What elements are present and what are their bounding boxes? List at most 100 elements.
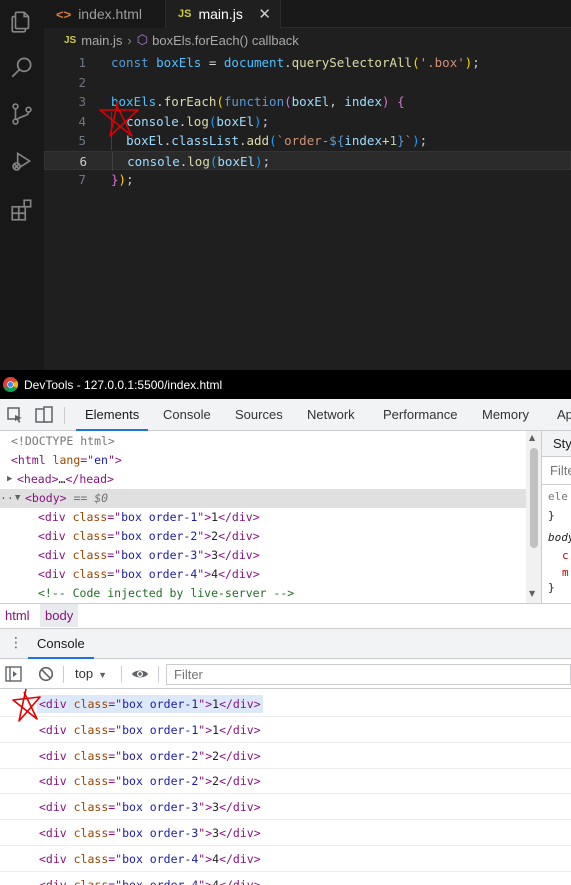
console-filter-input[interactable]: Filter (166, 664, 571, 685)
code-token: =" (108, 826, 123, 840)
code-token: </div> (218, 567, 260, 581)
tab-application[interactable]: Ap (557, 399, 571, 431)
code-token: ) (382, 94, 390, 109)
scroll-up-icon[interactable]: ▲ (529, 433, 535, 442)
code-token: ) (254, 113, 262, 129)
code-token: </div> (219, 877, 261, 885)
close-icon[interactable]: ✕ (258, 5, 271, 23)
console-message[interactable]: <div class="box order-1">1</div> (0, 691, 571, 717)
tab-label: index.html (78, 6, 142, 22)
dom-node-text: <div class="box order-2">2</div> (38, 527, 260, 546)
code-token: classList (171, 133, 239, 148)
console-message[interactable]: <div class="box order-1">1</div> (0, 717, 571, 743)
elements-scrollbar[interactable]: ▲ ▼ (526, 431, 541, 603)
search-icon[interactable] (6, 51, 38, 83)
more-options-icon[interactable]: ⋮ (9, 635, 23, 651)
code-token: <div (38, 529, 73, 543)
sidebar-toggle-icon[interactable] (5, 666, 22, 682)
code-token: ; (419, 133, 428, 148)
code-token: boxEls (111, 94, 157, 109)
code-line[interactable]: 2 (44, 73, 571, 92)
dom-node[interactable]: ▶ <head>…</head> (0, 470, 526, 489)
crumb-body[interactable]: body (40, 604, 79, 627)
code-token: "> (198, 851, 213, 866)
tab-sources[interactable]: Sources (235, 399, 283, 431)
scroll-down-icon[interactable]: ▼ (529, 589, 535, 598)
expand-triangle-icon[interactable]: ▶ (7, 470, 12, 489)
js-file-icon: JS (178, 8, 192, 20)
eye-icon[interactable] (131, 668, 149, 680)
console-message[interactable]: <div class="box order-3">3</div> (0, 794, 571, 821)
tab-memory[interactable]: Memory (482, 399, 529, 431)
console-message[interactable]: <div class="box order-4">4</div> (0, 872, 571, 885)
elements-dom-tree[interactable]: <!DOCTYPE html> <html lang="en"> ▶ <head>…<… (0, 431, 541, 603)
source-control-icon[interactable] (6, 98, 38, 130)
code-token: </div> (219, 800, 261, 815)
styles-filter-input[interactable]: Filte (542, 457, 571, 485)
code-token: . (156, 94, 164, 109)
code-token: "> (198, 877, 213, 885)
context-select[interactable]: top ▼ (75, 659, 107, 689)
tab-console[interactable]: Console (163, 399, 211, 431)
code-token: box order-4 (122, 851, 199, 866)
console-message[interactable]: <div class="box order-4">4</div> (0, 846, 571, 872)
device-toolbar-icon[interactable] (35, 406, 53, 424)
style-prop: c (562, 549, 569, 562)
run-debug-icon[interactable] (6, 145, 38, 177)
console-message[interactable]: <div class="box order-2">2</div> (0, 768, 571, 795)
tab-index-html[interactable]: <> index.html (44, 0, 166, 28)
code-line[interactable]: 5 boxEl.classList.add(`order-${index+1}`… (44, 131, 571, 150)
breadcrumb: JS main.js › ⬡ boxEls.forEach() callback (44, 28, 571, 52)
code-editor[interactable]: 1 const boxEls = document.querySelectorAl… (44, 52, 571, 370)
breadcrumb-file[interactable]: main.js (81, 33, 122, 48)
dom-node[interactable]: <div class="box order-3">3</div> (0, 546, 526, 565)
code-token: "> (197, 529, 212, 543)
code-token: == $0 (66, 491, 109, 505)
dom-node[interactable]: <html lang="en"> (0, 451, 526, 470)
code-line[interactable]: 3 boxEls.forEach(function(boxEl, index) { (44, 92, 571, 111)
clear-console-icon[interactable] (38, 666, 54, 682)
tab-styles[interactable]: Sty (542, 431, 571, 457)
inspect-element-icon[interactable] (6, 406, 24, 424)
tab-main-js[interactable]: JS main.js ✕ (166, 0, 281, 28)
console-message[interactable]: <div class="box order-3">3</div> (0, 820, 571, 846)
tab-network[interactable]: Network (307, 399, 355, 431)
code-line[interactable]: 6 console.log(boxEl); (44, 150, 571, 171)
line-number: 1 (78, 55, 86, 70)
tab-elements[interactable]: Elements (76, 399, 149, 431)
tab-performance[interactable]: Performance (383, 399, 457, 431)
explorer-icon[interactable] (6, 6, 38, 38)
dom-node[interactable]: <div class="box order-2">2</div> (0, 527, 526, 546)
collapse-triangle-icon[interactable]: ▼ (15, 489, 20, 508)
dom-node[interactable]: <div class="box order-1">1</div> (0, 508, 526, 527)
code-token: class (73, 722, 109, 737)
breadcrumb-symbol[interactable]: boxEls.forEach() callback (152, 33, 299, 48)
code-token: 1 (389, 133, 398, 148)
method-symbol-icon: ⬡ (136, 32, 149, 47)
code-token: </div> (219, 851, 261, 866)
code-token: =" (108, 748, 123, 763)
code-token: ( (412, 55, 420, 70)
code-line[interactable]: 4 console.log(boxEl); (44, 111, 571, 131)
code-token: "> (198, 826, 213, 840)
crumb-html[interactable]: html (0, 604, 35, 627)
console-message[interactable]: <div class="box order-2">2</div> (0, 743, 571, 769)
dom-node[interactable]: <!-- Code injected by live-server --> (0, 584, 526, 603)
code-token: box order-3 (122, 826, 199, 840)
toolbar-divider (158, 666, 159, 683)
code-text: const boxEls = document.querySelectorAll… (111, 53, 480, 72)
code-text: console.log(boxEl); (111, 112, 269, 131)
code-line[interactable]: 7}); (44, 170, 571, 189)
code-token: </div> (219, 774, 261, 789)
extensions-icon[interactable] (6, 194, 38, 226)
code-token: </div> (219, 826, 261, 840)
scroll-thumb[interactable] (530, 448, 538, 548)
code-line[interactable]: 1 const boxEls = document.querySelectorAl… (44, 53, 571, 72)
dom-node[interactable]: <!DOCTYPE html> (0, 432, 526, 451)
dom-node[interactable]: <div class="box order-4">4</div> (0, 565, 526, 584)
code-token: <div (38, 510, 73, 524)
drawer-tab-console[interactable]: Console (28, 629, 94, 659)
code-token: ; (262, 153, 271, 169)
dom-node[interactable]: ··· ▼ <body> == $0 (0, 489, 526, 508)
